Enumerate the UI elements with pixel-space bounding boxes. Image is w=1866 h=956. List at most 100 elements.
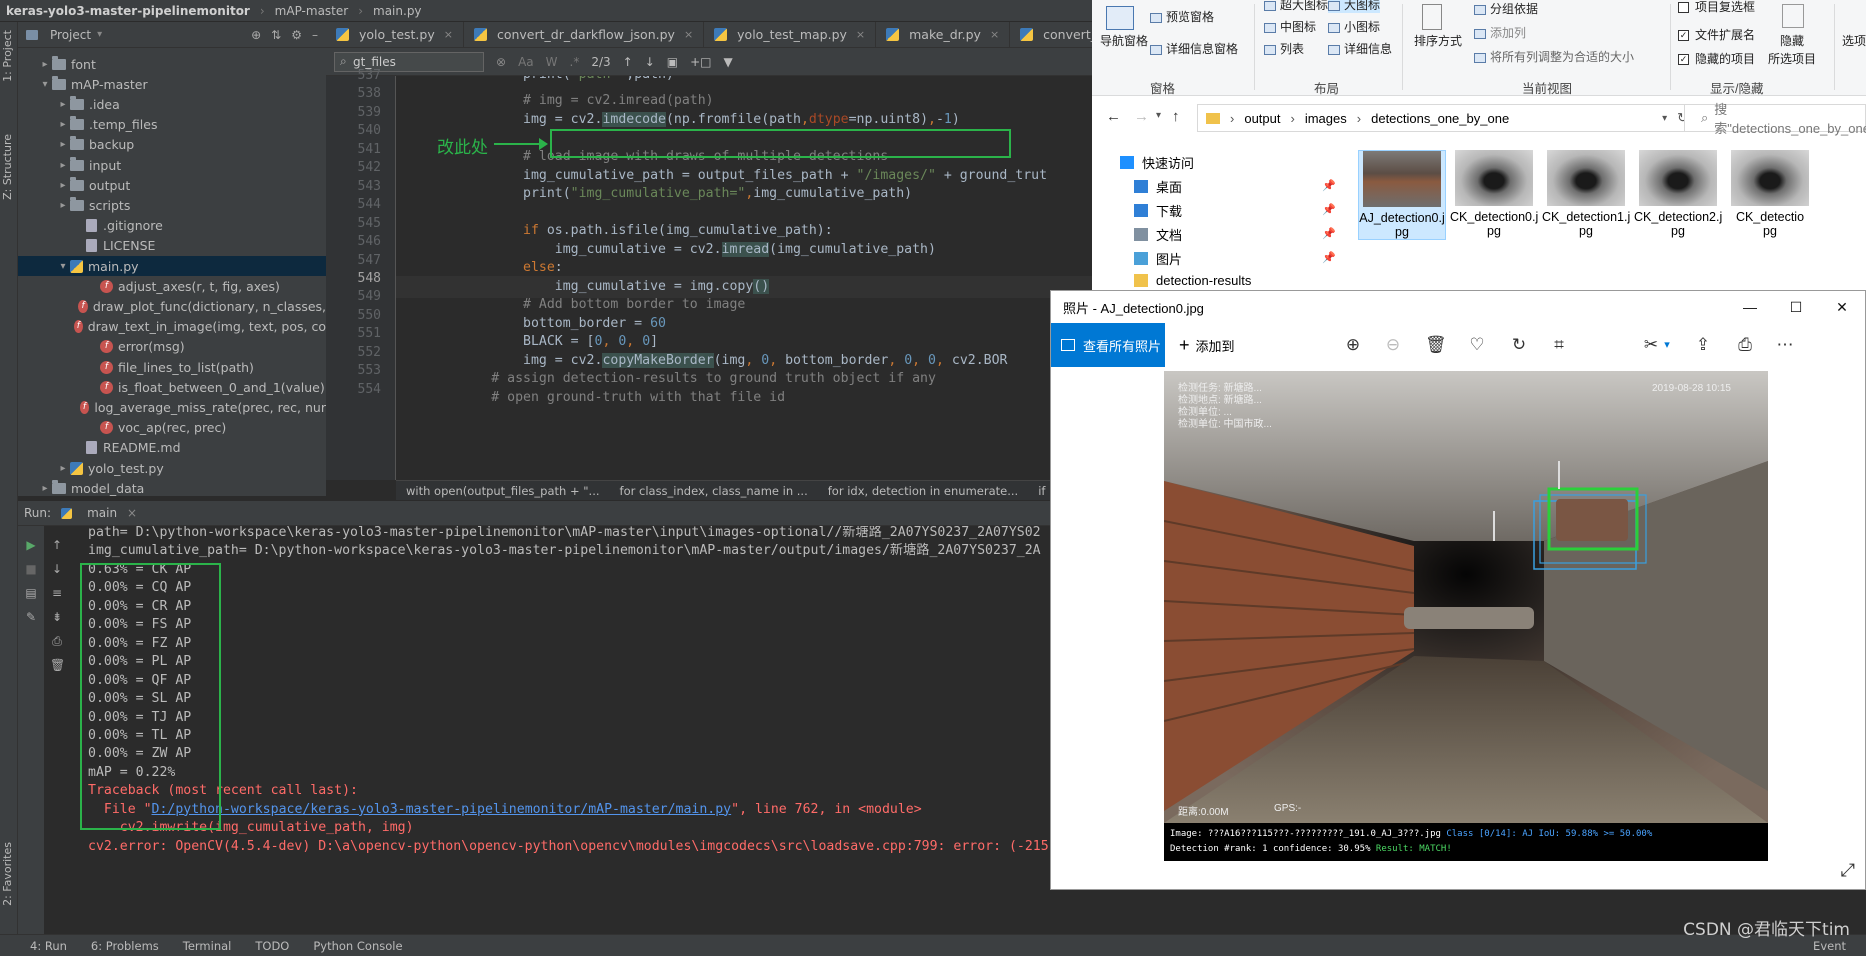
back-arrow-icon[interactable]: ← <box>1106 108 1121 125</box>
python-console-tab[interactable]: Python Console <box>313 939 402 953</box>
breadcrumb-item[interactable]: with open(output_files_path + "... <box>406 484 600 498</box>
close-icon[interactable]: × <box>444 28 453 41</box>
chevron-down-icon[interactable]: ▾ <box>38 79 52 90</box>
downloads-item[interactable]: 下载 <box>1134 201 1182 220</box>
expand-icon[interactable]: ⤢ <box>1841 860 1855 881</box>
path-segment-output[interactable]: output <box>1244 111 1280 126</box>
tree-item-function[interactable]: f adjust_axes(r, t, fig, axes) <box>18 276 326 296</box>
sort-icon[interactable] <box>1422 4 1442 30</box>
editor-tab[interactable]: convert_dr_darkflow_json.py × <box>464 22 705 47</box>
crop-icon[interactable]: ⌗ <box>1549 335 1569 355</box>
hide-icon[interactable]: – <box>312 28 318 42</box>
item-checkbox-toggle[interactable] <box>1678 2 1689 14</box>
delete-icon[interactable]: 🗑 <box>1425 335 1447 355</box>
breadcrumb-item[interactable]: for idx, detection in enumerate... <box>828 484 1018 498</box>
breadcrumb-item[interactable]: for class_index, class_name in ... <box>620 484 808 498</box>
favorite-icon[interactable]: ♡ <box>1467 335 1487 355</box>
chevron-down-icon[interactable]: ▾ <box>1657 335 1677 355</box>
project-pane-title[interactable]: Project <box>50 28 91 42</box>
trash-icon[interactable]: 🗑 <box>50 658 65 672</box>
project-tool-tab[interactable]: 1: Project <box>1 30 14 82</box>
quick-access-item[interactable]: 快速访问 <box>1120 153 1194 172</box>
chevron-right-icon[interactable]: ▸ <box>56 160 70 171</box>
regex-toggle[interactable]: .* <box>570 55 580 69</box>
previous-match-icon[interactable]: ↑ <box>623 55 633 69</box>
breadcrumb-item[interactable]: if <box>1038 484 1045 498</box>
tree-item[interactable]: ▸ .idea <box>18 94 326 114</box>
sort-by-button[interactable]: 排序方式 <box>1414 32 1462 49</box>
close-icon[interactable]: × <box>127 506 137 520</box>
chevron-right-icon[interactable]: ▸ <box>56 200 70 211</box>
case-toggle[interactable]: Aa <box>518 55 534 69</box>
photo-canvas[interactable]: 检测任务: 新塘路... 检测地点: 新塘路... 检测单位: ... 检测单位… <box>1164 371 1768 861</box>
address-bar[interactable]: › output › images › detections_one_by_on… <box>1197 104 1697 132</box>
documents-item[interactable]: 文档 <box>1134 225 1182 244</box>
structure-tool-tab[interactable]: Z: Structure <box>1 134 14 200</box>
editor-tab[interactable]: yolo_test.py × <box>326 22 464 47</box>
run-console[interactable]: path= D:\python-workspace\keras-yolo3-ma… <box>74 526 1092 934</box>
file-ext-toggle[interactable]: ✓ <box>1678 30 1689 42</box>
find-input[interactable] <box>334 51 484 72</box>
tree-item[interactable]: ▾ mAP-master <box>18 74 326 94</box>
gear-icon[interactable]: ⚙ <box>291 28 302 42</box>
file-thumbnail[interactable]: CK_detection0.j pg <box>1450 150 1538 240</box>
list-option[interactable]: 列表 <box>1280 42 1304 56</box>
tree-item-function[interactable]: f file_lines_to_list(path) <box>18 357 326 377</box>
tree-item[interactable]: ▸ input <box>18 155 326 175</box>
explorer-search-box[interactable]: ⌕ 搜索"detections_one_by_one" <box>1684 102 1866 136</box>
add-to-button[interactable]: + 添加到 <box>1179 323 1235 367</box>
desktop-item[interactable]: 桌面 <box>1134 177 1182 196</box>
scroll-down-icon[interactable]: ↓ <box>50 562 64 576</box>
file-thumbnail[interactable]: CK_detectio pg <box>1726 150 1814 240</box>
locate-icon[interactable]: ⊕ <box>251 28 261 42</box>
problems-tool-tab[interactable]: 6: Problems <box>91 939 159 953</box>
pin-icon[interactable]: 📌 <box>1322 251 1336 264</box>
tree-item-function[interactable]: f log_average_miss_rate(prec, rec, nur <box>18 397 326 417</box>
path-segment-images[interactable]: images <box>1305 111 1347 126</box>
tree-item[interactable]: ▸ font <box>18 54 326 74</box>
selected-items-label[interactable]: 所选项目 <box>1768 50 1816 67</box>
chevron-right-icon[interactable]: ▸ <box>56 463 70 474</box>
layout-icon[interactable]: ▤ <box>24 586 38 600</box>
nav-pane-icon[interactable] <box>1106 6 1134 30</box>
details-view-option[interactable]: 详细信息 <box>1344 42 1392 56</box>
file-thumbnail[interactable]: CK_detection1.j pg <box>1542 150 1630 240</box>
stop-icon[interactable]: ■ <box>24 562 38 576</box>
hidden-items-toggle[interactable]: ✓ <box>1678 54 1689 66</box>
tree-item[interactable]: ▸ backup <box>18 135 326 155</box>
up-arrow-icon[interactable]: ↑ <box>1172 108 1180 125</box>
event-log-tab[interactable]: Event <box>1813 939 1846 953</box>
recent-locations-icon[interactable]: ▾ <box>1156 110 1161 121</box>
pictures-item[interactable]: 图片 <box>1134 249 1182 268</box>
pin-icon[interactable]: 📌 <box>1322 227 1336 240</box>
run-tool-tab[interactable]: 4: Run <box>30 939 67 953</box>
chevron-down-icon[interactable]: ▾ <box>97 29 102 40</box>
clear-icon[interactable]: ⊗ <box>496 55 506 69</box>
file-thumbnail[interactable]: AJ_detection0.j pg <box>1358 150 1446 240</box>
select-all-icon[interactable]: ▣ <box>667 55 678 69</box>
large-icons-option[interactable]: 大图标 <box>1344 0 1380 12</box>
tree-item[interactable]: ▸ .temp_files <box>18 115 326 135</box>
minimize-icon[interactable]: — <box>1727 291 1773 323</box>
terminal-tool-tab[interactable]: Terminal <box>183 939 232 953</box>
maximize-icon[interactable]: ☐ <box>1773 291 1819 323</box>
chevron-down-icon[interactable]: ▾ <box>56 261 70 272</box>
collapse-icon[interactable]: ⇅ <box>271 28 281 42</box>
scroll-end-icon[interactable]: ⇟ <box>50 610 64 624</box>
fit-columns-button[interactable]: 将所有列调整为合适的大小 <box>1490 50 1634 64</box>
add-column-button[interactable]: 添加列 <box>1490 26 1526 40</box>
filter-icon[interactable]: ▼ <box>724 55 733 69</box>
small-icons-option[interactable]: 小图标 <box>1344 20 1380 34</box>
chevron-down-icon[interactable]: ▾ <box>1662 113 1667 124</box>
favorites-tool-tab[interactable]: 2: Favorites <box>1 842 14 906</box>
options-button[interactable]: 选项 <box>1842 32 1866 49</box>
nav-pane-button[interactable]: 导航窗格 <box>1100 32 1148 49</box>
path-segment-detections[interactable]: detections_one_by_one <box>1371 111 1509 126</box>
preview-pane-button[interactable]: 预览窗格 <box>1166 10 1214 24</box>
scroll-up-icon[interactable]: ↑ <box>50 538 64 552</box>
nav-folder[interactable]: mAP-master <box>275 4 349 18</box>
tree-item[interactable]: ▸ output <box>18 175 326 195</box>
traceback-file-link[interactable]: D:/python-workspace/keras-yolo3-master-p… <box>152 802 732 817</box>
hide-selected-icon[interactable] <box>1782 4 1804 28</box>
group-by-button[interactable]: 分组依据 <box>1490 2 1538 16</box>
